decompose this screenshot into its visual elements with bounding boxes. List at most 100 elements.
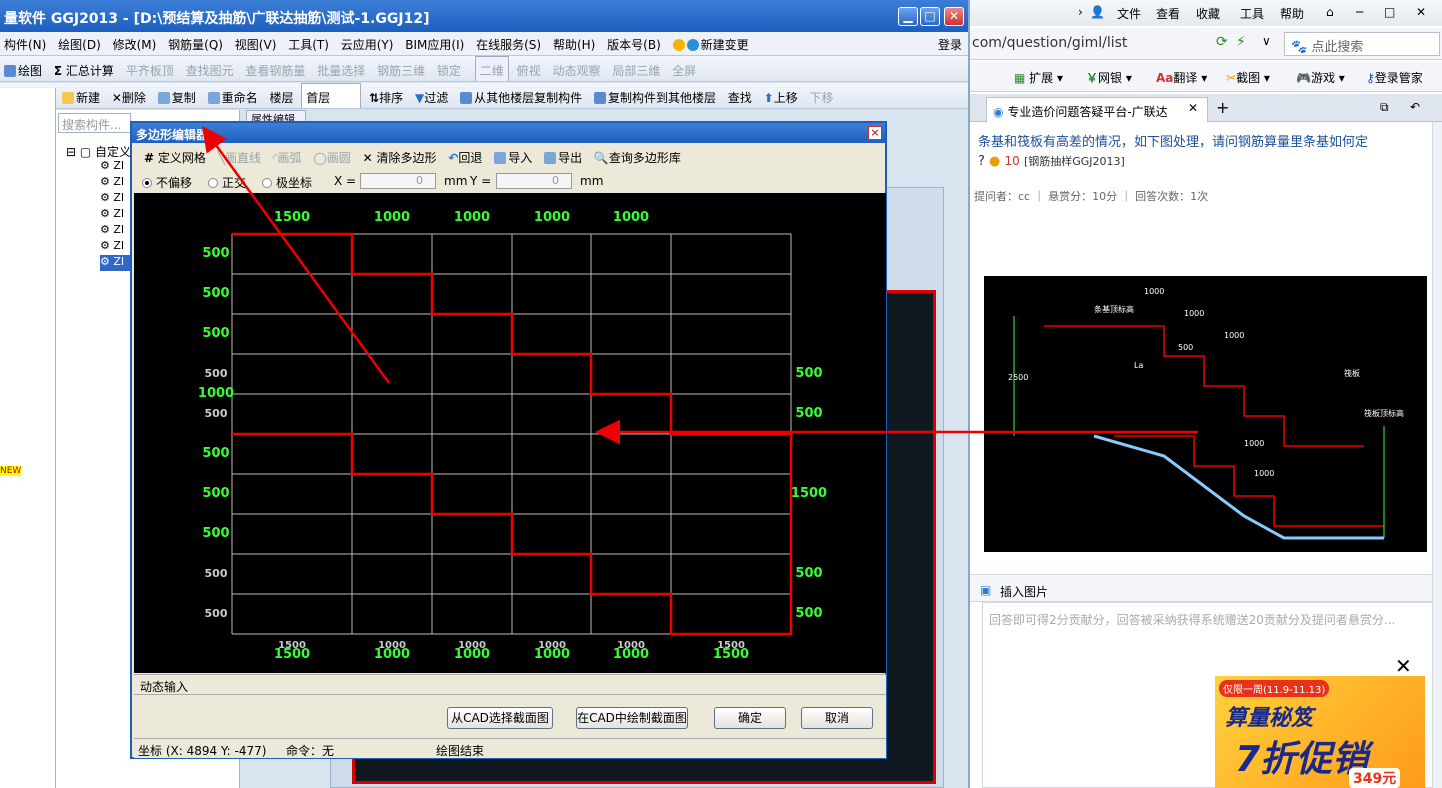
undo-close-icon[interactable]: ↶	[1410, 100, 1420, 114]
minimize-icon[interactable]: ─	[1356, 5, 1363, 19]
page-scrollbar[interactable]	[1432, 122, 1442, 788]
minimize-button[interactable]: ▁	[898, 7, 918, 26]
menu-favorites[interactable]: 收藏	[1196, 5, 1220, 22]
menu-modify[interactable]: 修改(M)	[109, 32, 161, 57]
ok-button[interactable]: 确定	[714, 707, 786, 729]
url-field[interactable]: com/question/giml/list	[972, 35, 1127, 51]
draw-button[interactable]: 绘图	[0, 57, 46, 81]
find-element-button[interactable]: 查找图元	[182, 57, 238, 81]
grid-drawing[interactable]: 1500 1000 1000 1000 1000 1500 1000 1000 1000 1000…	[134, 193, 886, 673]
menu-view[interactable]: 查看	[1156, 5, 1180, 22]
menu-help[interactable]: 帮助	[1280, 5, 1304, 22]
screenshot-button[interactable]: ✂截图 ▾	[1226, 69, 1270, 86]
chevron-right-icon[interactable]: ›	[1078, 5, 1083, 19]
menu-rebar[interactable]: 钢筋量(Q)	[164, 32, 227, 57]
menu-draw[interactable]: 绘图(D)	[54, 32, 105, 57]
radio-no-offset[interactable]: 不偏移	[142, 174, 192, 191]
menu-components[interactable]: 构件(N)	[0, 32, 50, 57]
promo-ad[interactable]: 仅限一周(11.9-11.13) 算量秘笈 7折促销 349元	[1215, 676, 1425, 788]
draw-arc-button[interactable]: ◜画弧	[269, 144, 306, 171]
tree-root[interactable]: ⊟ ▢ 自定义	[66, 143, 131, 160]
find-button[interactable]: 查找	[724, 84, 756, 108]
component-search-input[interactable]: 搜索构件...	[58, 113, 131, 133]
login-link[interactable]: 登录	[934, 32, 966, 57]
import-button[interactable]: 导入	[490, 144, 536, 171]
clear-polygon-button[interactable]: ✕ 清除多边形	[359, 144, 441, 171]
user-icon[interactable]: 👤	[1090, 5, 1105, 19]
tree-item[interactable]: ⚙ ZI	[100, 175, 132, 191]
ebank-button[interactable]: ￥网银 ▾	[1086, 69, 1132, 86]
draw-circle-button[interactable]: ◯画圆	[309, 144, 354, 171]
partial-3d-button[interactable]: 局部三维	[608, 57, 664, 81]
y-input[interactable]: 0	[496, 173, 572, 189]
copy-button[interactable]: 复制	[154, 84, 200, 108]
move-up-button[interactable]: ⬆上移	[760, 84, 802, 108]
undo-button[interactable]: ↶回退	[444, 144, 486, 171]
restore-tabs-icon[interactable]: ⧉	[1380, 100, 1389, 115]
new-button[interactable]: 新建	[58, 84, 104, 108]
translate-button[interactable]: Aa翻译 ▾	[1156, 69, 1207, 86]
ad-close-icon[interactable]: ✕	[1395, 654, 1412, 678]
top-view-button[interactable]: 俯视	[513, 57, 545, 81]
move-down-button[interactable]: 下移	[806, 84, 838, 108]
sort-button[interactable]: ⇅排序	[365, 84, 407, 108]
define-grid-button[interactable]: # 定义网格	[140, 144, 210, 171]
draw-in-cad-button[interactable]: 在CAD中绘制截面图	[576, 707, 688, 729]
dynamic-view-button[interactable]: 动态观察	[548, 57, 604, 81]
tree-item[interactable]: ⚙ ZI	[100, 223, 132, 239]
browser-tab[interactable]: ◉ 专业造价问题答疑平台-广联达	[986, 97, 1208, 122]
menu-help[interactable]: 帮助(H)	[549, 32, 599, 57]
question-tag[interactable]: [钢筋抽样GGJ2013]	[1024, 155, 1125, 168]
polygon-canvas[interactable]: 1500 1000 1000 1000 1000 1500 1000 1000 1000 1000…	[134, 193, 886, 673]
batch-select-button[interactable]: 批量选择	[313, 57, 369, 81]
menu-online[interactable]: 在线服务(S)	[472, 32, 545, 57]
tree-item[interactable]: ⚙ ZI	[100, 191, 132, 207]
tree-item[interactable]: ⚙ ZI	[100, 159, 132, 175]
copy-to-floor-button[interactable]: 复制构件到其他楼层	[590, 84, 720, 108]
view-rebar-button[interactable]: 查看钢筋量	[241, 57, 309, 81]
menu-tools[interactable]: 工具(T)	[284, 32, 333, 57]
floor-select[interactable]: 首层	[301, 83, 362, 108]
chevron-down-icon[interactable]: ∨	[1262, 34, 1271, 48]
select-from-cad-button[interactable]: 从CAD选择截面图	[447, 707, 553, 729]
lock-button[interactable]: 锁定	[433, 57, 465, 81]
align-slab-button[interactable]: 平齐板顶	[122, 57, 178, 81]
view-2d-select[interactable]: 二维	[474, 56, 509, 81]
query-polygon-library-button[interactable]: 🔍查询多边形库	[590, 144, 685, 171]
menu-file[interactable]: 文件	[1117, 5, 1141, 22]
new-tab-icon[interactable]: +	[1216, 98, 1229, 117]
maximize-icon[interactable]: □	[1384, 5, 1395, 19]
menu-tools[interactable]: 工具	[1240, 5, 1264, 22]
games-button[interactable]: 🎮游戏 ▾	[1296, 69, 1345, 86]
summary-calc-button[interactable]: Σ 汇总计算	[50, 57, 118, 81]
lightning-icon[interactable]: ⚡	[1236, 34, 1246, 50]
close-icon[interactable]: ✕	[1416, 5, 1426, 19]
menu-cloud[interactable]: 云应用(Y)	[337, 32, 398, 57]
radio-polar[interactable]: 极坐标	[262, 174, 312, 191]
dynamic-input-tab[interactable]: 动态输入	[134, 674, 886, 694]
new-change-button[interactable]: 新建变更	[669, 32, 753, 57]
copy-from-floor-button[interactable]: 从其他楼层复制构件	[456, 84, 586, 108]
rebar-3d-button[interactable]: 钢筋三维	[373, 57, 429, 81]
tree-item-selected[interactable]: ⚙ ZI	[100, 255, 132, 271]
draw-line-button[interactable]: ╲画直线	[214, 144, 265, 171]
export-button[interactable]: 导出	[540, 144, 586, 171]
maximize-button[interactable]: □	[920, 7, 940, 26]
cancel-button[interactable]: 取消	[801, 707, 873, 729]
home-icon[interactable]: ⌂	[1326, 5, 1334, 19]
browser-search-input[interactable]: 🐾 点此搜索	[1284, 32, 1440, 56]
dialog-close-button[interactable]: ×	[868, 126, 882, 140]
extensions-button[interactable]: ▦ 扩展 ▾	[1014, 69, 1063, 86]
tree-item[interactable]: ⚙ ZI	[100, 239, 132, 255]
tree-item[interactable]: ⚙ ZI	[100, 207, 132, 223]
insert-image-button[interactable]: ▣ 插入图片	[970, 574, 1442, 602]
login-manager-button[interactable]: ⚷登录管家	[1366, 69, 1423, 86]
fullscreen-button[interactable]: 全屏	[668, 57, 700, 81]
refresh-icon[interactable]: ⟳	[1216, 34, 1228, 50]
x-input[interactable]: 0	[360, 173, 436, 189]
menu-version[interactable]: 版本号(B)	[603, 32, 665, 57]
question-cad-image[interactable]: 1000 1000 1000 1000 1000 La 500 2500 条基顶标高 筏板 筏板顶标…	[984, 276, 1427, 552]
radio-orthogonal[interactable]: 正交	[208, 174, 246, 191]
question-title[interactable]: 条基和筏板有高差的情况，如下图处理，请问钢筋算量里条基如何定 ? ● 10 [钢…	[978, 134, 1418, 171]
tab-close-icon[interactable]: ✕	[1188, 101, 1198, 115]
